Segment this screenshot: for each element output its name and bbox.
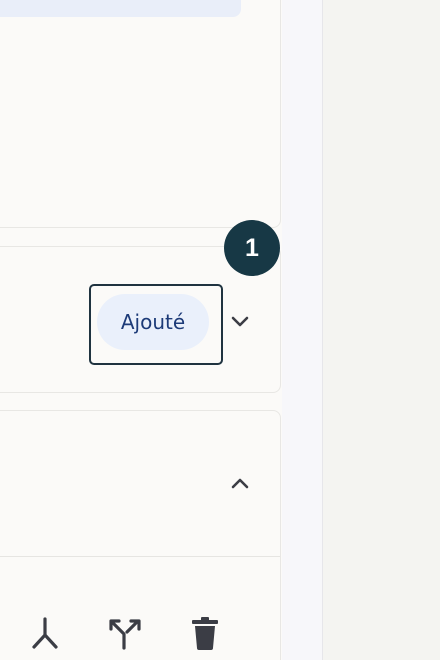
chevron-up-icon[interactable] — [225, 469, 255, 499]
selected-item-card[interactable]: Ajouté 1 — [0, 220, 281, 393]
expanded-item-card — [0, 410, 281, 660]
trash-icon[interactable] — [185, 613, 225, 653]
previous-card — [0, 0, 281, 228]
status-badge[interactable]: Ajouté — [97, 294, 209, 350]
merge-icon[interactable] — [25, 613, 65, 653]
card-divider — [0, 556, 280, 557]
content-area — [323, 0, 440, 660]
chevron-down-icon[interactable] — [225, 306, 255, 336]
highlight-strip — [0, 0, 241, 17]
side-panel: Ajouté 1 — [0, 0, 323, 660]
panel-gutter — [282, 0, 322, 660]
split-icon[interactable] — [105, 613, 145, 653]
tutorial-step-badge: 1 — [224, 220, 280, 276]
